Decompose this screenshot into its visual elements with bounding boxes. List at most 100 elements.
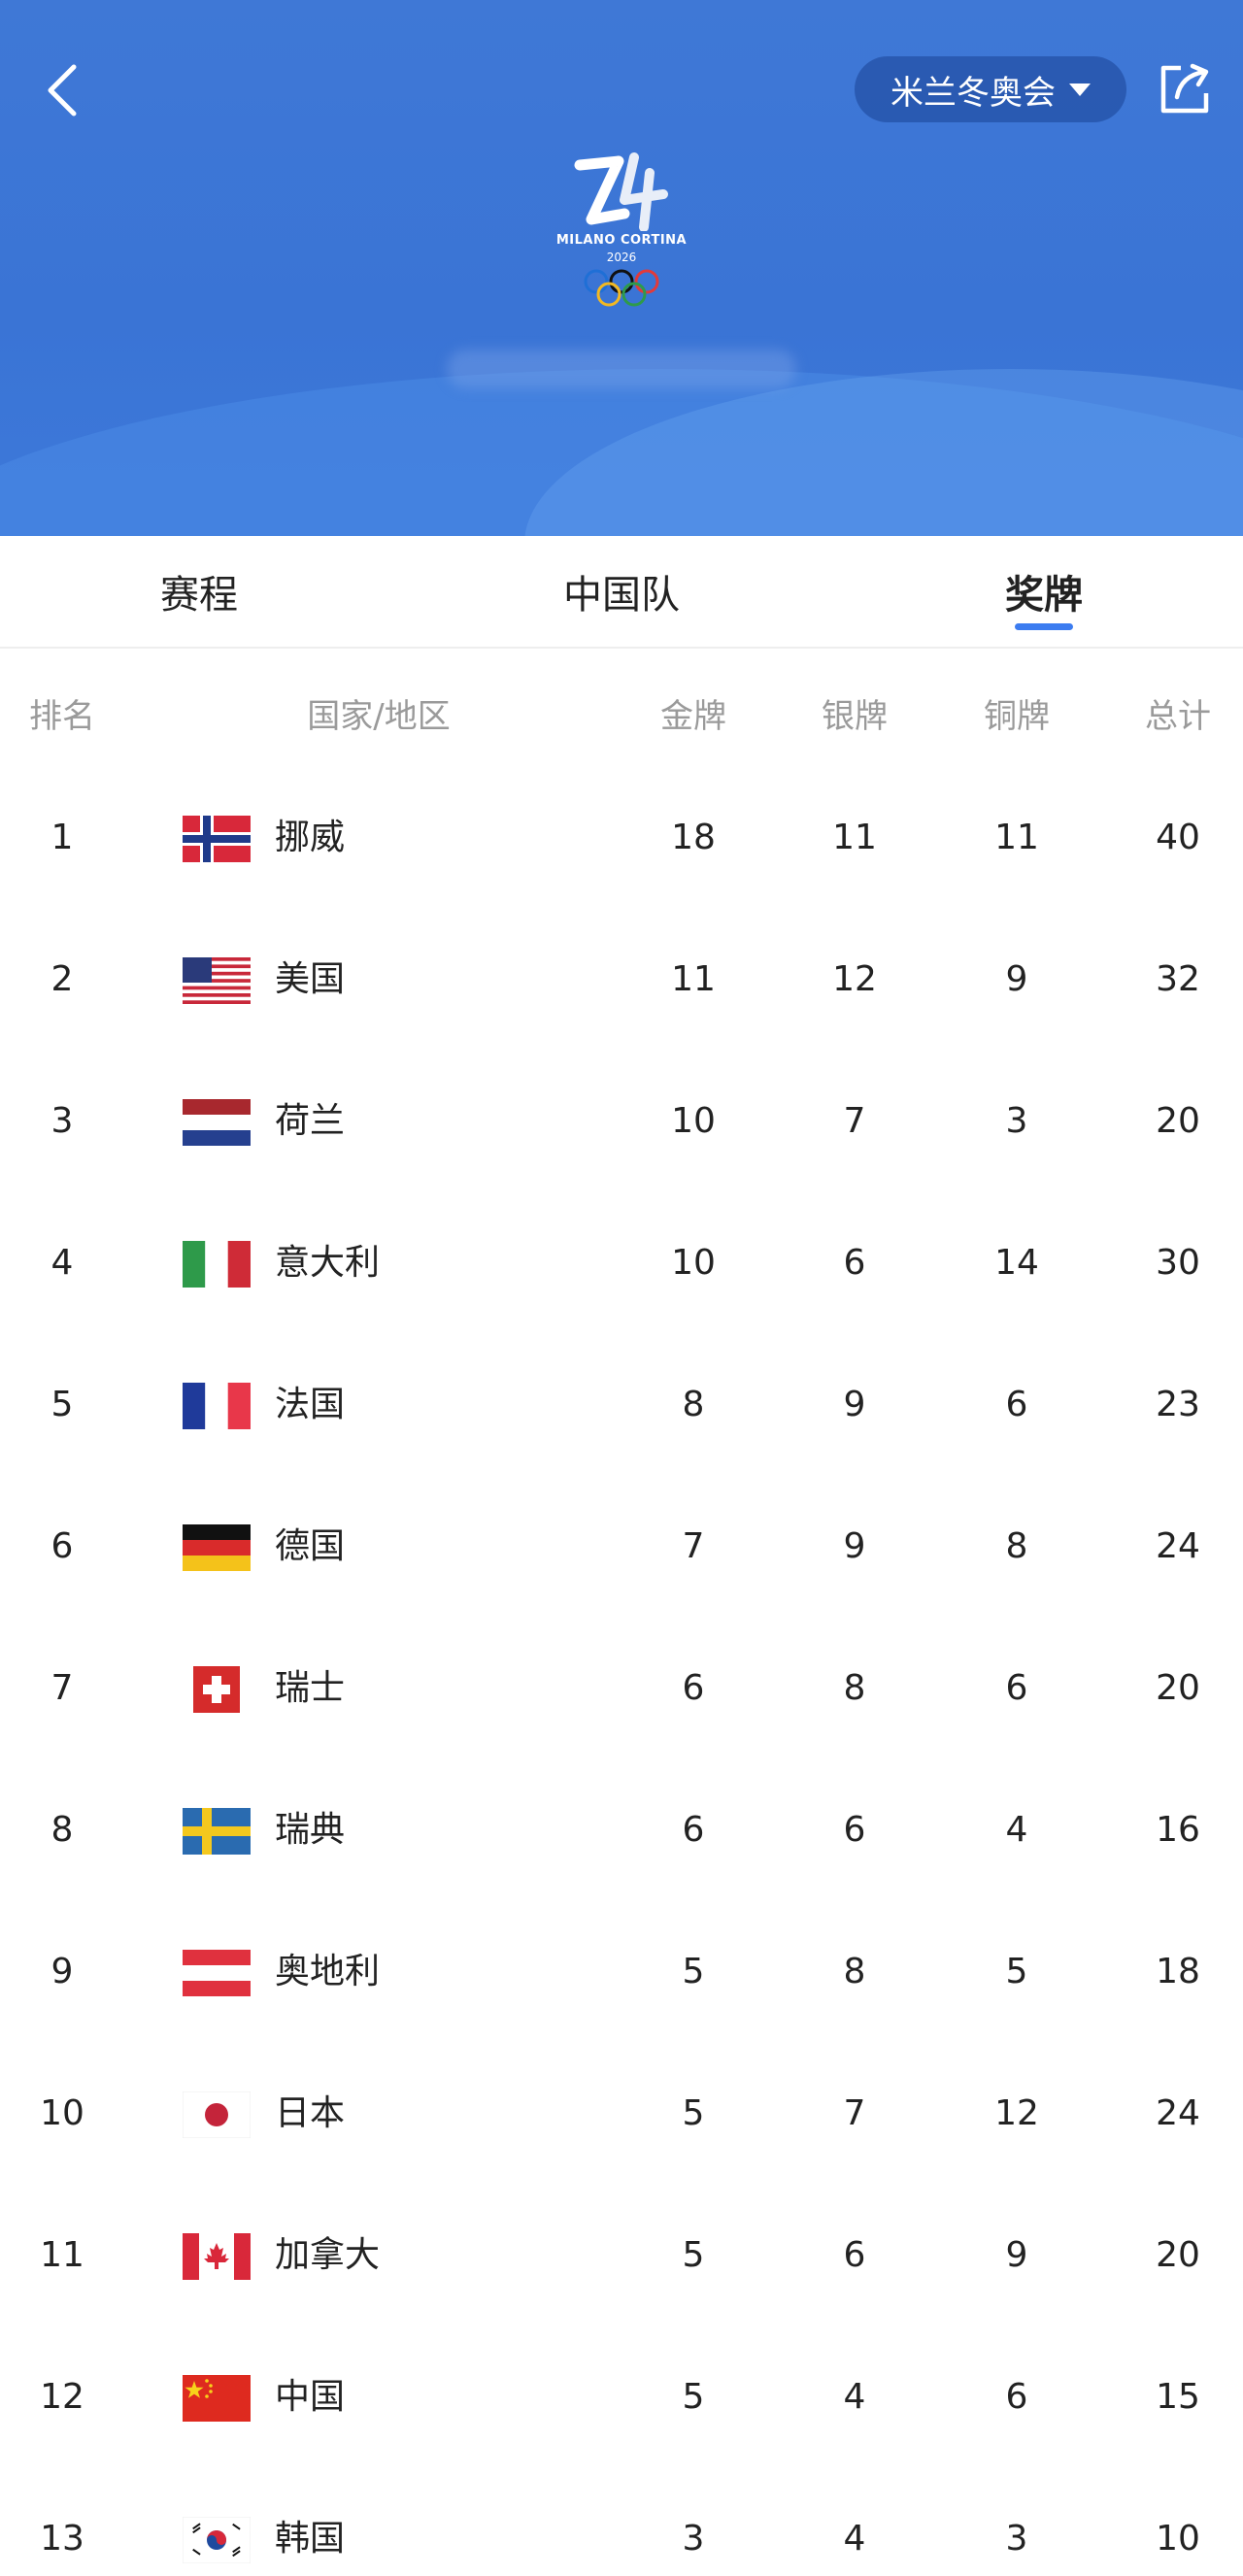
games-emblem-icon bbox=[574, 152, 668, 231]
bronze-count: 6 bbox=[1005, 1668, 1028, 1708]
table-row[interactable]: 12 中国 5 4 6 15 bbox=[0, 2326, 1243, 2468]
total-count: 15 bbox=[1156, 2377, 1200, 2417]
austria-flag-icon bbox=[183, 1950, 251, 1996]
rank-cell: 7 bbox=[50, 1668, 74, 1708]
norway-flag-icon bbox=[183, 816, 251, 862]
gold-count: 10 bbox=[671, 1243, 716, 1283]
logo-text: MILANO CORTINA bbox=[555, 233, 688, 248]
silver-count: 4 bbox=[843, 2377, 866, 2417]
column-header-bronze: 铜牌 bbox=[984, 697, 1050, 736]
silver-count: 9 bbox=[843, 1385, 866, 1424]
total-count: 40 bbox=[1156, 818, 1200, 857]
rank-cell: 3 bbox=[50, 1101, 74, 1141]
country-name: 瑞典 bbox=[275, 1810, 346, 1850]
rank-cell: 5 bbox=[50, 1385, 74, 1424]
gold-count: 11 bbox=[671, 959, 716, 999]
france-flag-icon bbox=[183, 1383, 251, 1429]
table-row[interactable]: 5 法国 8 9 6 23 bbox=[0, 1334, 1243, 1476]
canada-flag-icon bbox=[183, 2233, 251, 2280]
bronze-count: 6 bbox=[1005, 1385, 1028, 1424]
medal-table: 1 挪威 18 11 11 40 2 美国 11 12 9 32 3 荷兰 10 bbox=[0, 767, 1243, 2576]
chevron-left-icon bbox=[48, 64, 77, 117]
gold-count: 5 bbox=[682, 2093, 705, 2133]
total-count: 23 bbox=[1156, 1385, 1200, 1424]
rank-cell: 12 bbox=[40, 2377, 84, 2417]
table-row[interactable]: 3 荷兰 10 7 3 20 bbox=[0, 1051, 1243, 1192]
header-banner: 米兰冬奥会 MILANO CORTINA 2026 bbox=[0, 0, 1243, 536]
table-row[interactable]: 11 加拿大 5 6 9 20 bbox=[0, 2185, 1243, 2326]
sweden-flag-icon bbox=[183, 1808, 251, 1855]
games-selector[interactable]: 米兰冬奥会 bbox=[855, 56, 1126, 122]
gold-count: 10 bbox=[671, 1101, 716, 1141]
table-row[interactable]: 13 韩国 3 4 3 10 bbox=[0, 2468, 1243, 2576]
total-count: 24 bbox=[1156, 1526, 1200, 1566]
switzerland-flag-icon bbox=[183, 1666, 251, 1713]
active-tab-indicator bbox=[1015, 623, 1073, 630]
country-name: 荷兰 bbox=[275, 1101, 346, 1141]
country-name: 意大利 bbox=[275, 1243, 381, 1283]
bronze-count: 3 bbox=[1005, 1101, 1028, 1141]
gold-count: 6 bbox=[682, 1668, 705, 1708]
games-selector-label: 米兰冬奥会 bbox=[890, 73, 1056, 113]
total-count: 20 bbox=[1156, 2235, 1200, 2275]
bronze-count: 9 bbox=[1005, 959, 1028, 999]
country-name: 日本 bbox=[275, 2093, 346, 2133]
column-header-country: 国家/地区 bbox=[307, 697, 451, 736]
column-header-rank: 排名 bbox=[29, 697, 95, 736]
table-row[interactable]: 2 美国 11 12 9 32 bbox=[0, 909, 1243, 1051]
gold-count: 8 bbox=[682, 1385, 705, 1424]
silver-count: 6 bbox=[843, 1810, 866, 1850]
blurred-caption bbox=[447, 350, 796, 388]
total-count: 18 bbox=[1156, 1952, 1200, 1991]
tab-medals[interactable]: 奖牌 bbox=[952, 563, 1136, 621]
tab-schedule[interactable]: 赛程 bbox=[107, 563, 291, 621]
total-count: 20 bbox=[1156, 1668, 1200, 1708]
olympics-logo: MILANO CORTINA 2026 bbox=[544, 144, 699, 314]
table-row[interactable]: 8 瑞典 6 6 4 16 bbox=[0, 1759, 1243, 1901]
rank-cell: 1 bbox=[50, 818, 74, 857]
gold-count: 7 bbox=[682, 1526, 705, 1566]
column-header-total: 总计 bbox=[1145, 697, 1211, 736]
silver-count: 7 bbox=[843, 1101, 866, 1141]
olympic-rings-icon bbox=[584, 269, 659, 307]
gold-count: 6 bbox=[682, 1810, 705, 1850]
silver-count: 8 bbox=[843, 1952, 866, 1991]
gold-count: 5 bbox=[682, 2377, 705, 2417]
table-row[interactable]: 7 瑞士 6 8 6 20 bbox=[0, 1618, 1243, 1759]
country-name: 奥地利 bbox=[275, 1952, 381, 1991]
silver-count: 9 bbox=[843, 1526, 866, 1566]
rank-cell: 2 bbox=[50, 959, 74, 999]
country-name: 瑞士 bbox=[275, 1668, 346, 1708]
gold-count: 3 bbox=[682, 2519, 705, 2559]
rank-cell: 11 bbox=[40, 2235, 84, 2275]
usa-flag-icon bbox=[183, 957, 251, 1004]
gold-count: 18 bbox=[671, 818, 716, 857]
table-row[interactable]: 4 意大利 10 6 14 30 bbox=[0, 1192, 1243, 1334]
table-row[interactable]: 10 日本 5 7 12 24 bbox=[0, 2043, 1243, 2185]
bronze-count: 4 bbox=[1005, 1810, 1028, 1850]
china-flag-icon bbox=[183, 2375, 251, 2422]
share-button[interactable] bbox=[1156, 60, 1214, 118]
total-count: 20 bbox=[1156, 1101, 1200, 1141]
table-row[interactable]: 9 奥地利 5 8 5 18 bbox=[0, 1901, 1243, 2043]
table-row[interactable]: 1 挪威 18 11 11 40 bbox=[0, 767, 1243, 909]
logo-year: 2026 bbox=[606, 251, 637, 264]
total-count: 32 bbox=[1156, 959, 1200, 999]
silver-count: 7 bbox=[843, 2093, 866, 2133]
korea-flag-icon bbox=[183, 2517, 251, 2563]
tab-china-team[interactable]: 中国队 bbox=[529, 563, 714, 621]
bronze-count: 14 bbox=[994, 1243, 1039, 1283]
country-name: 中国 bbox=[275, 2377, 346, 2417]
bronze-count: 5 bbox=[1005, 1952, 1028, 1991]
bronze-count: 8 bbox=[1005, 1526, 1028, 1566]
back-button[interactable] bbox=[35, 56, 89, 124]
country-name: 韩国 bbox=[275, 2519, 346, 2559]
bronze-count: 11 bbox=[994, 818, 1039, 857]
bronze-count: 6 bbox=[1005, 2377, 1028, 2417]
tab-bar: 赛程 中国队 奖牌 bbox=[0, 536, 1243, 649]
table-header: 排名 国家/地区 金牌 银牌 铜牌 总计 bbox=[0, 649, 1243, 767]
silver-count: 12 bbox=[832, 959, 877, 999]
table-row[interactable]: 6 德国 7 9 8 24 bbox=[0, 1476, 1243, 1618]
country-name: 美国 bbox=[275, 959, 346, 999]
rank-cell: 10 bbox=[40, 2093, 84, 2133]
